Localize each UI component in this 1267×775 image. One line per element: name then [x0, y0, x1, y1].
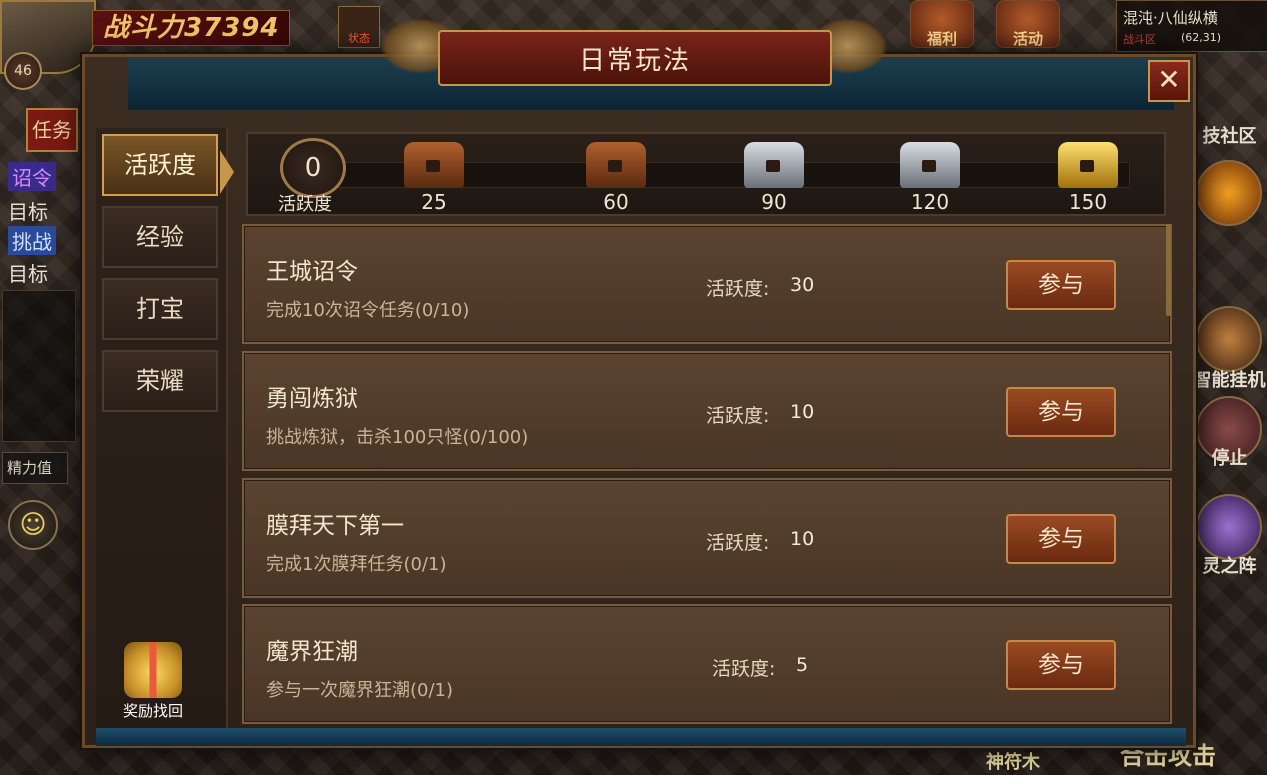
- activity-score: 0: [280, 138, 346, 198]
- task-activity-label: 活跃度:: [706, 405, 770, 427]
- welfare-label: 福利: [926, 30, 957, 48]
- level-badge: 46: [4, 52, 42, 90]
- chest-threshold-150: 150: [1068, 190, 1108, 214]
- task-description: 挑战炼狱，击杀100只怪(0/100): [266, 427, 529, 448]
- auto-battle-icon[interactable]: [1196, 306, 1262, 372]
- task-description: 完成1次膜拜任务(0/1): [266, 554, 447, 575]
- chest-threshold-120: 120: [910, 190, 950, 214]
- task-activity-label: 活跃度:: [712, 658, 776, 680]
- list-item: 王城诏令 完成10次诏令任务(0/10) 活跃度: 30 参与: [242, 224, 1172, 344]
- zone-info: 混沌·八仙纵横 战斗区 (62,31): [1116, 0, 1267, 52]
- task-activity-value: 5: [796, 654, 809, 676]
- chest-threshold-25: 25: [421, 190, 447, 214]
- reward-recover-label: 奖励找回: [122, 702, 183, 720]
- join-button[interactable]: 参与: [1006, 514, 1116, 564]
- event-icon[interactable]: 活动: [996, 0, 1060, 48]
- zone-name: 混沌·八仙纵横: [1123, 9, 1218, 27]
- energy-label: 精力值: [2, 452, 68, 484]
- quest-tracker-panel: [2, 290, 76, 442]
- formation-icon[interactable]: [1196, 494, 1262, 560]
- reward-chest-150[interactable]: [1058, 142, 1118, 188]
- reward-chest-120[interactable]: [900, 142, 960, 188]
- task-activity-value: 30: [790, 274, 815, 296]
- chest-threshold-60: 60: [603, 190, 629, 214]
- task-activity-value: 10: [790, 528, 815, 550]
- list-item: 膜拜天下第一 完成1次膜拜任务(0/1) 活跃度: 10 参与: [242, 478, 1172, 598]
- combat-power: 战斗力37394: [92, 10, 291, 46]
- activity-progress-panel: 0 活跃度 25 60 90 120 150: [246, 132, 1166, 216]
- auto-battle-label: 智能挂机: [1193, 370, 1266, 391]
- dialog-footer-decoration: [96, 728, 1186, 746]
- tab-honor[interactable]: 荣耀: [102, 350, 218, 412]
- bottom-label-1: 神符木: [986, 752, 1040, 773]
- reward-chest-60[interactable]: [586, 142, 646, 188]
- stop-label: 停止: [1211, 448, 1248, 469]
- dialog-title: 日常玩法: [438, 30, 832, 86]
- welfare-icon[interactable]: 福利: [910, 0, 974, 48]
- reward-recover-button[interactable]: 奖励找回: [108, 642, 198, 724]
- task-description: 参与一次魔界狂潮(0/1): [266, 680, 454, 701]
- task-name: 勇闯炼狱: [266, 386, 358, 412]
- scrollbar[interactable]: [1166, 224, 1171, 316]
- task-activity-label: 活跃度:: [706, 278, 770, 300]
- task-button[interactable]: 任务: [26, 108, 78, 152]
- goal-text-1: 目标: [8, 200, 48, 224]
- skill-orb-icon[interactable]: [1196, 160, 1262, 226]
- list-item: 魔界狂潮 参与一次魔界狂潮(0/1) 活跃度: 5 参与: [242, 604, 1172, 724]
- chest-threshold-90: 90: [761, 190, 787, 214]
- status-button[interactable]: 状态: [338, 6, 380, 48]
- gift-icon: [124, 642, 182, 698]
- category-sidebar: 活跃度 经验 打宝 荣耀: [96, 128, 234, 728]
- task-name: 魔界狂潮: [266, 639, 358, 665]
- task-activity-value: 10: [790, 401, 815, 423]
- list-item: 勇闯炼狱 挑战炼狱，击杀100只怪(0/100) 活跃度: 10 参与: [242, 351, 1172, 471]
- close-button[interactable]: ✕: [1148, 60, 1190, 102]
- emoji-icon[interactable]: ☺: [8, 500, 58, 550]
- activity-score-label: 活跃度: [278, 194, 332, 215]
- zone-coordinates: (62,31): [1181, 31, 1222, 44]
- join-button[interactable]: 参与: [1006, 387, 1116, 437]
- community-link[interactable]: 技社区: [1192, 122, 1267, 148]
- reward-chest-25[interactable]: [404, 142, 464, 188]
- tab-experience[interactable]: 经验: [102, 206, 218, 268]
- event-label: 活动: [1012, 30, 1043, 48]
- edict-tag[interactable]: 诏令: [8, 162, 56, 191]
- zone-type: 战斗区: [1123, 33, 1156, 46]
- task-activity-label: 活跃度:: [706, 532, 770, 554]
- tab-treasure[interactable]: 打宝: [102, 278, 218, 340]
- join-button[interactable]: 参与: [1006, 640, 1116, 690]
- task-name: 王城诏令: [266, 259, 358, 285]
- active-tab-arrow-icon: [220, 150, 234, 194]
- challenge-tag[interactable]: 挑战: [8, 226, 56, 255]
- goal-text-2: 目标: [8, 262, 48, 286]
- tab-activity[interactable]: 活跃度: [102, 134, 218, 196]
- reward-chest-90[interactable]: [744, 142, 804, 188]
- formation-label: 灵之阵: [1202, 556, 1257, 577]
- join-button[interactable]: 参与: [1006, 260, 1116, 310]
- task-description: 完成10次诏令任务(0/10): [266, 300, 470, 321]
- task-name: 膜拜天下第一: [266, 513, 404, 539]
